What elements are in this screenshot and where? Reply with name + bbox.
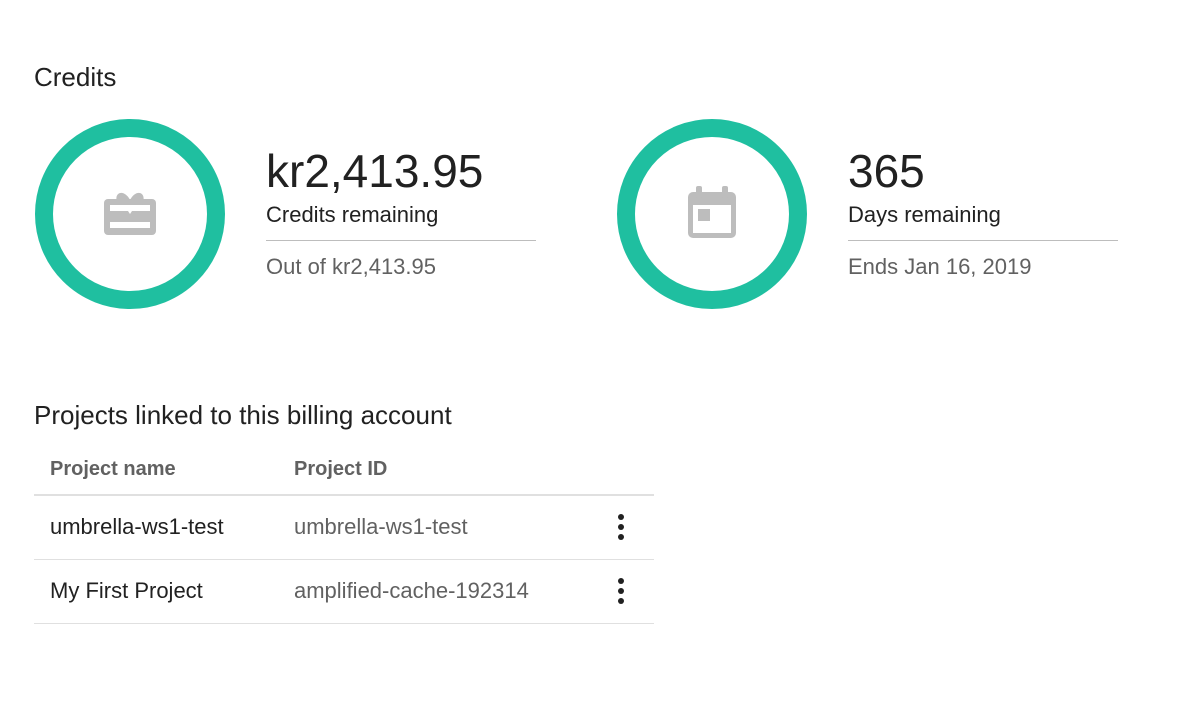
credits-amount: kr2,413.95 [266, 145, 484, 197]
divider [266, 240, 536, 241]
credits-summary: kr2,413.95 Credits remaining Out of kr2,… [266, 146, 536, 280]
days-ring [616, 118, 808, 310]
gift-card-icon [104, 192, 156, 235]
credits-title: Credits [34, 62, 117, 92]
table-row: My First Project amplified-cache-192314 [34, 560, 654, 624]
project-name[interactable]: My First Project [50, 578, 203, 604]
column-header-project-name[interactable]: Project name [50, 458, 176, 481]
more-vert-icon [618, 578, 624, 604]
divider [848, 240, 1118, 241]
project-id: umbrella-ws1-test [294, 514, 468, 539]
days-end-date: Ends Jan 16, 2019 [848, 254, 1032, 279]
credits-label: Credits remaining [266, 202, 439, 227]
project-id: amplified-cache-192314 [294, 578, 529, 603]
projects-title: Projects linked to this billing account [34, 400, 452, 430]
calendar-icon [688, 186, 736, 238]
days-label: Days remaining [848, 202, 1001, 227]
days-amount: 365 [848, 145, 925, 197]
table-row: umbrella-ws1-test umbrella-ws1-test [34, 496, 654, 560]
table-header: Project name Project ID [34, 446, 654, 496]
credits-ring [34, 118, 226, 310]
column-header-project-id[interactable]: Project ID [294, 458, 387, 481]
more-vert-icon [618, 514, 624, 540]
credits-total: Out of kr2,413.95 [266, 254, 436, 279]
projects-table: Project name Project ID umbrella-ws1-tes… [34, 446, 654, 624]
more-actions-button[interactable] [610, 576, 632, 608]
days-summary: 365 Days remaining Ends Jan 16, 2019 [848, 146, 1118, 280]
more-actions-button[interactable] [610, 512, 632, 544]
project-name[interactable]: umbrella-ws1-test [50, 514, 224, 540]
